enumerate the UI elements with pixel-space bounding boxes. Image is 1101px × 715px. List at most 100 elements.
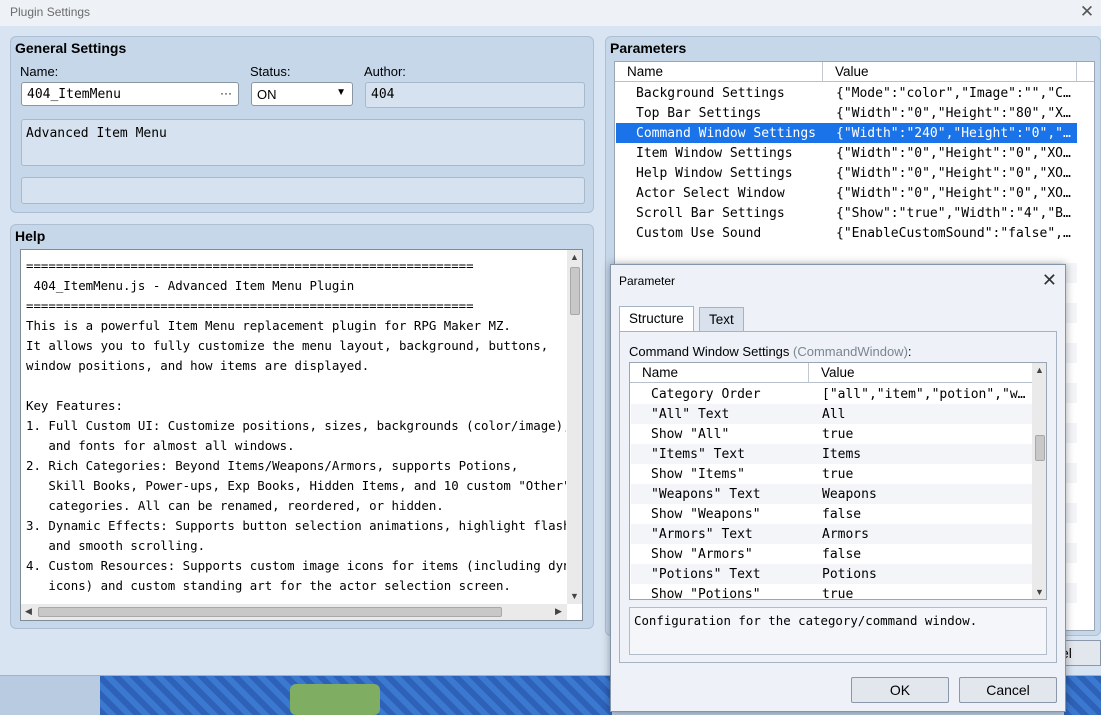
description-value: Advanced Item Menu bbox=[26, 126, 167, 141]
table-row[interactable]: Scroll Bar Settings {"Show":"true","Width… bbox=[616, 203, 1077, 223]
table-row[interactable]: "Potions" Text Potions bbox=[631, 564, 1032, 584]
field-value: false bbox=[822, 507, 862, 522]
struct-heading-name: Command Window Settings bbox=[629, 344, 790, 359]
table-row[interactable]: Background Settings {"Mode":"color","Imag… bbox=[616, 83, 1077, 103]
table-row[interactable]: "Items" Text Items bbox=[631, 444, 1032, 464]
param-value: {"Width":"0","Height":"0","XOffs… bbox=[836, 146, 1076, 161]
table-header: Name Value bbox=[615, 62, 1094, 82]
param-value: {"Width":"0","Height":"0","XOffs… bbox=[836, 186, 1076, 201]
field-name: Category Order bbox=[651, 387, 761, 402]
struct-heading-type: (CommandWindow) bbox=[793, 344, 908, 359]
table-row[interactable]: Custom Use Sound {"EnableCustomSound":"fa… bbox=[616, 223, 1077, 243]
scroll-left-icon[interactable]: ◀ bbox=[21, 604, 36, 619]
param-name: Actor Select Window bbox=[636, 186, 785, 201]
struct-scrollbar[interactable]: ▲ ▼ bbox=[1032, 363, 1046, 599]
table-row[interactable]: Help Window Settings {"Width":"0","Height… bbox=[616, 163, 1077, 183]
general-settings-group: General Settings Name: 404_ItemMenu ··· … bbox=[10, 36, 594, 213]
param-name: Command Window Settings bbox=[636, 126, 817, 141]
field-value: true bbox=[822, 467, 854, 482]
table-row[interactable]: Category Order ["all","item","potion","we… bbox=[631, 384, 1032, 404]
field-value: Items bbox=[822, 447, 862, 462]
table-row[interactable]: Show "Potions" true bbox=[631, 584, 1032, 600]
struct-column-name[interactable]: Name bbox=[642, 365, 678, 380]
scroll-thumb[interactable] bbox=[1035, 435, 1045, 461]
struct-heading-colon: : bbox=[907, 344, 912, 359]
table-row[interactable]: Show "Items" true bbox=[631, 464, 1032, 484]
param-name: Top Bar Settings bbox=[636, 106, 762, 121]
field-value: true bbox=[822, 587, 854, 600]
scroll-thumb[interactable] bbox=[570, 267, 580, 315]
table-row[interactable]: "All" Text All bbox=[631, 404, 1032, 424]
help-title: Help bbox=[15, 228, 46, 244]
scroll-down-icon[interactable]: ▼ bbox=[1032, 585, 1046, 599]
help-textarea[interactable]: ========================================… bbox=[20, 249, 583, 621]
scroll-up-icon[interactable]: ▲ bbox=[567, 250, 582, 265]
cancel-button[interactable]: Cancel bbox=[959, 677, 1057, 703]
empty-row bbox=[616, 243, 1077, 263]
scroll-down-icon[interactable]: ▼ bbox=[567, 589, 582, 604]
map-grass bbox=[290, 684, 380, 715]
field-value: true bbox=[822, 427, 854, 442]
param-name: Custom Use Sound bbox=[636, 226, 762, 241]
browse-button[interactable]: ··· bbox=[220, 86, 232, 100]
ok-button[interactable]: OK bbox=[851, 677, 949, 703]
param-value: {"EnableCustomSound":"false","So… bbox=[836, 226, 1076, 241]
field-value: ["all","item","potion","wea… bbox=[822, 387, 1032, 402]
table-row[interactable]: Item Window Settings {"Width":"0","Height… bbox=[616, 143, 1077, 163]
dialog-close-icon[interactable]: ✕ bbox=[1042, 270, 1057, 291]
table-row[interactable]: "Armors" Text Armors bbox=[631, 524, 1032, 544]
field-name: "Items" Text bbox=[651, 447, 745, 462]
scroll-right-icon[interactable]: ▶ bbox=[551, 604, 566, 619]
param-description-box: Configuration for the category/command w… bbox=[629, 607, 1047, 655]
param-value: {"Width":"0","Height":"80","XOff… bbox=[836, 106, 1076, 121]
param-value: {"Mode":"color","Image":"","Colo… bbox=[836, 86, 1076, 101]
scroll-up-icon[interactable]: ▲ bbox=[1032, 363, 1046, 378]
tab-text[interactable]: Text bbox=[699, 307, 744, 332]
help-text: ========================================… bbox=[26, 258, 566, 593]
param-name: Scroll Bar Settings bbox=[636, 206, 785, 221]
status-value: ON bbox=[257, 87, 277, 102]
parameters-title: Parameters bbox=[610, 40, 687, 56]
status-select[interactable]: ON ▼ bbox=[251, 82, 353, 106]
author-value: 404 bbox=[371, 87, 395, 102]
table-row[interactable]: Show "Armors" false bbox=[631, 544, 1032, 564]
cancel-button-behind[interactable]: el bbox=[1060, 640, 1101, 666]
table-row[interactable]: Show "Weapons" false bbox=[631, 504, 1032, 524]
name-field[interactable]: 404_ItemMenu ··· bbox=[21, 82, 239, 106]
name-value: 404_ItemMenu bbox=[27, 87, 121, 102]
structure-panel: Command Window Settings (CommandWindow):… bbox=[619, 331, 1057, 663]
param-name: Item Window Settings bbox=[636, 146, 793, 161]
tab-structure[interactable]: Structure bbox=[619, 306, 694, 332]
field-name: "Armors" Text bbox=[651, 527, 753, 542]
status-label: Status: bbox=[250, 64, 291, 79]
extra-field[interactable] bbox=[21, 177, 585, 204]
field-name: Show "Items" bbox=[651, 467, 745, 482]
struct-column-value[interactable]: Value bbox=[821, 365, 855, 380]
field-name: Show "Weapons" bbox=[651, 507, 761, 522]
table-row[interactable]: Top Bar Settings {"Width":"0","Height":"8… bbox=[616, 103, 1077, 123]
table-row[interactable]: "Weapons" Text Weapons bbox=[631, 484, 1032, 504]
hscroll-thumb[interactable] bbox=[38, 607, 502, 617]
table-row[interactable]: Command Window Settings {"Width":"240","H… bbox=[616, 123, 1077, 143]
description-field[interactable]: Advanced Item Menu bbox=[21, 119, 585, 166]
map-tiles-right bbox=[1064, 676, 1101, 715]
field-value: All bbox=[822, 407, 846, 422]
close-icon[interactable]: ✕ bbox=[1077, 1, 1097, 23]
param-name: Background Settings bbox=[636, 86, 785, 101]
structure-table[interactable]: Name Value Category Order ["all","item","… bbox=[629, 362, 1047, 600]
field-name: Show "Potions" bbox=[651, 587, 761, 600]
parameter-dialog: Parameter ✕ Structure Text Command Windo… bbox=[610, 264, 1066, 712]
param-value: {"Show":"true","Width":"4","BgCo… bbox=[836, 206, 1076, 221]
dialog-title: Parameter bbox=[619, 274, 676, 288]
help-vertical-scrollbar[interactable]: ▲ ▼ bbox=[567, 250, 582, 604]
field-value: Weapons bbox=[822, 487, 877, 502]
field-name: "Potions" Text bbox=[651, 567, 761, 582]
author-field[interactable]: 404 bbox=[365, 82, 585, 108]
column-header-value[interactable]: Value bbox=[835, 64, 869, 79]
field-name: Show "Armors" bbox=[651, 547, 753, 562]
help-horizontal-scrollbar[interactable]: ◀ ▶ bbox=[21, 604, 567, 620]
column-header-name[interactable]: Name bbox=[627, 64, 663, 79]
field-value: Armors bbox=[822, 527, 869, 542]
table-row[interactable]: Show "All" true bbox=[631, 424, 1032, 444]
table-row[interactable]: Actor Select Window {"Width":"0","Height"… bbox=[616, 183, 1077, 203]
